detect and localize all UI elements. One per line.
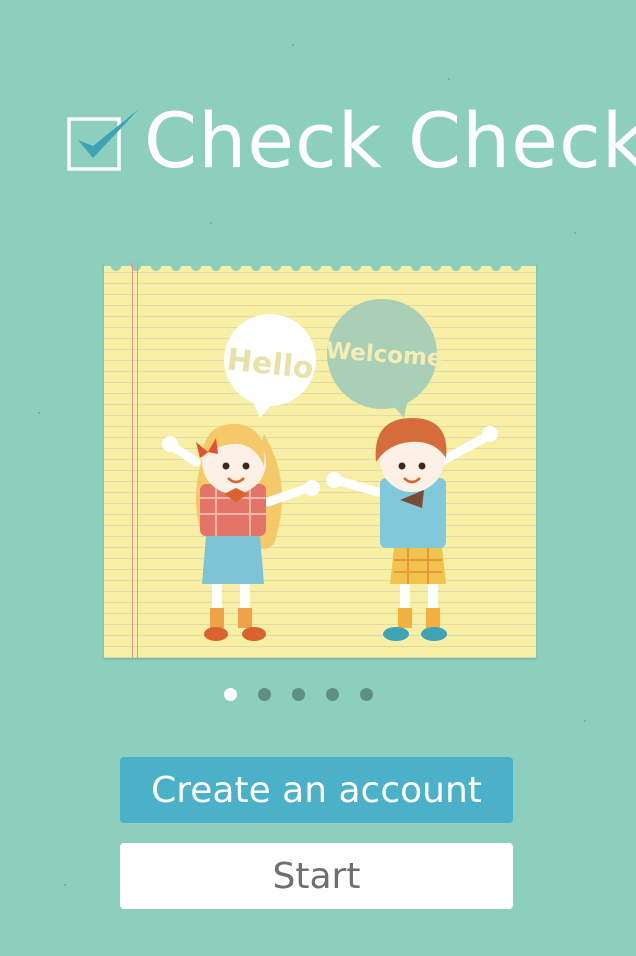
background-speck [292, 44, 294, 46]
background-speck [64, 884, 66, 886]
page-dot-1[interactable] [224, 688, 237, 701]
page-dot-3[interactable] [292, 688, 305, 701]
page-dot-2[interactable] [258, 688, 271, 701]
create-account-button[interactable]: Create an account [120, 757, 513, 823]
page-dot-4[interactable] [326, 688, 339, 701]
app-logo: Check Check [66, 96, 636, 185]
background-speck [38, 412, 40, 414]
background-speck [584, 720, 586, 722]
background-speck [574, 232, 576, 234]
background-speck [448, 78, 450, 80]
onboarding-illustration: Hello Welcome [104, 262, 536, 658]
boy-character [326, 418, 498, 641]
background-speck [210, 222, 212, 224]
page-indicator [224, 688, 374, 702]
start-button[interactable]: Start [120, 843, 513, 909]
girl-character [162, 423, 320, 641]
speech-bubble-welcome: Welcome [325, 299, 443, 418]
app-title: Check Check [144, 96, 636, 185]
speech-bubble-hello: Hello [224, 314, 316, 418]
page-dot-5[interactable] [360, 688, 373, 701]
kids-illustration: Hello Welcome [162, 299, 498, 641]
checkbox-icon [67, 109, 139, 171]
